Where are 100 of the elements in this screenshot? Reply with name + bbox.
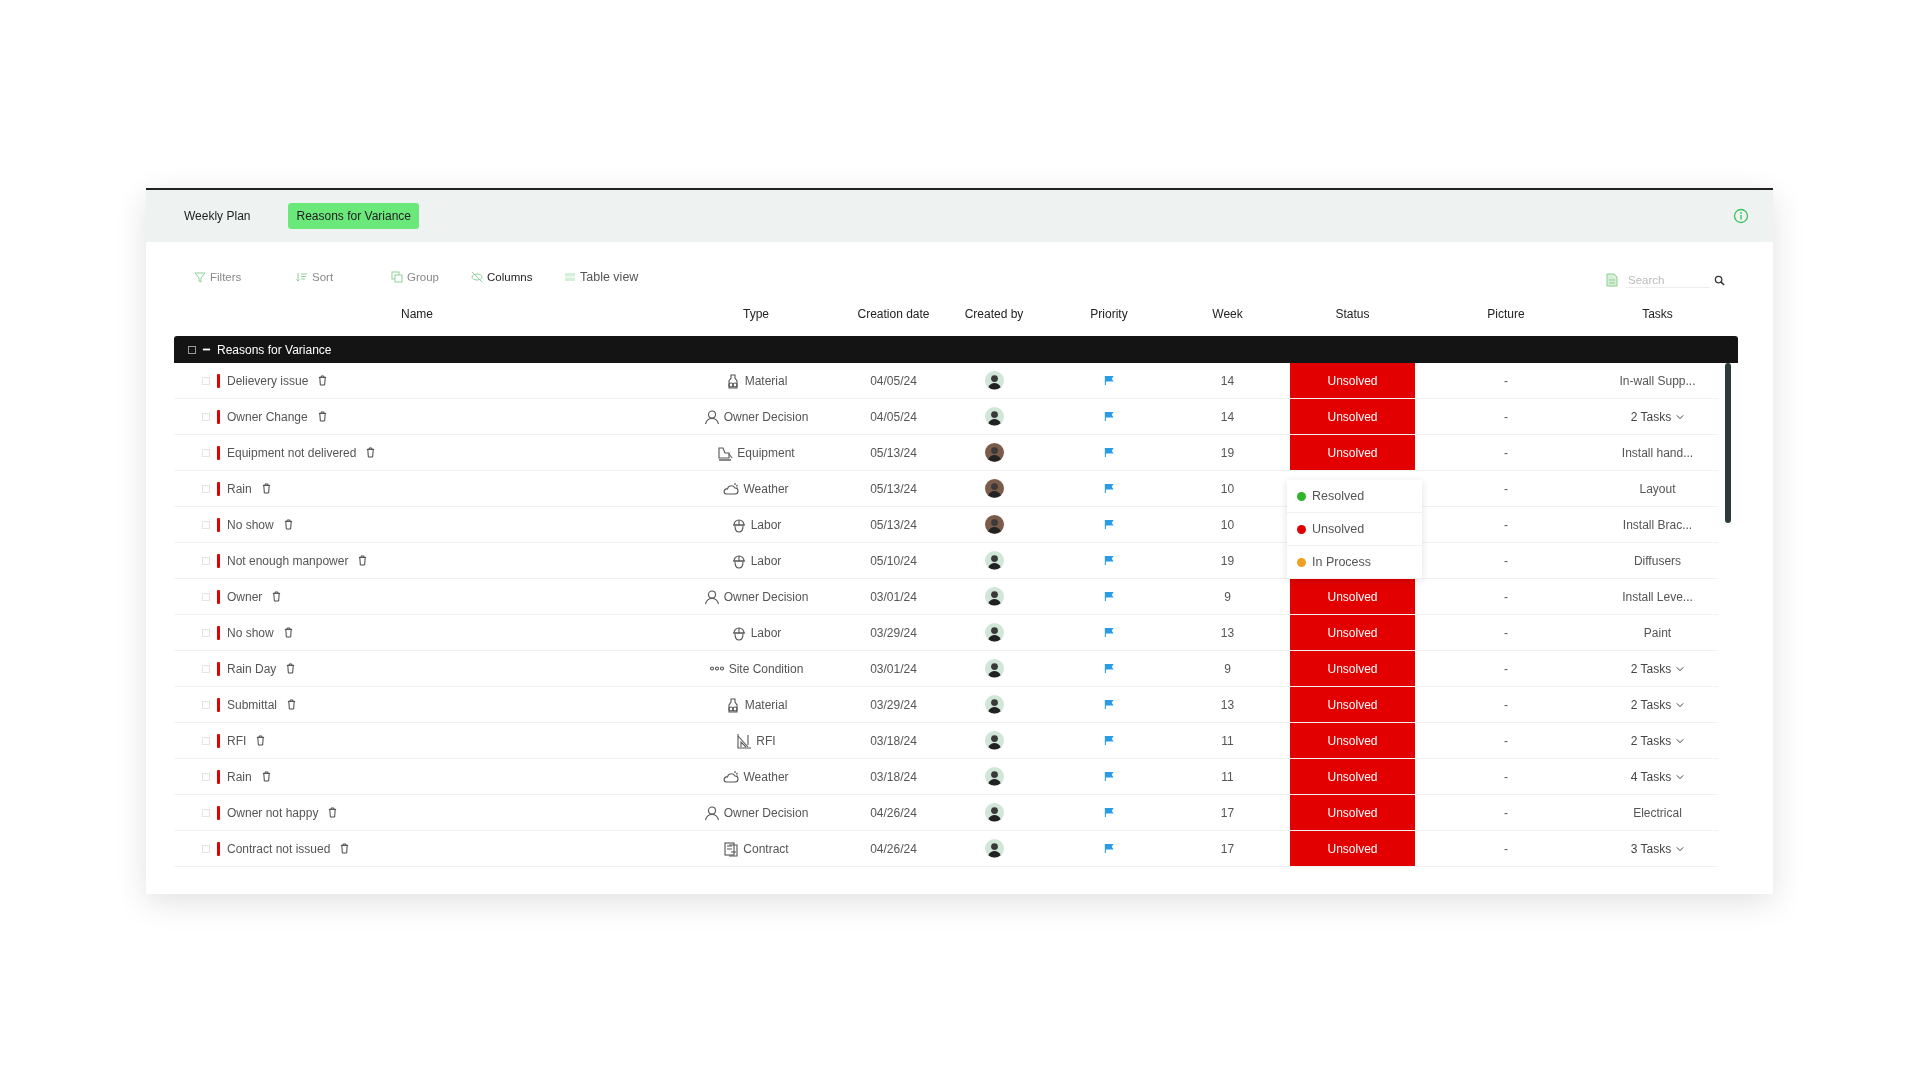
trash-icon[interactable] <box>340 843 350 854</box>
status-cell[interactable]: Unsolved <box>1290 795 1415 830</box>
column-header[interactable]: Created by <box>935 307 1053 321</box>
column-header[interactable]: Type <box>660 307 852 321</box>
avatar[interactable] <box>984 731 1004 750</box>
trash-icon[interactable] <box>287 699 297 710</box>
tasks-dropdown[interactable]: 2 Tasks <box>1630 409 1685 424</box>
row-name[interactable]: Rain Day <box>227 661 277 676</box>
flag-icon[interactable] <box>1103 591 1115 602</box>
column-header[interactable]: Picture <box>1415 307 1597 321</box>
row-name[interactable]: Owner not happy <box>227 805 319 820</box>
tasks-dropdown[interactable]: 4 Tasks <box>1630 769 1685 784</box>
status-cell[interactable]: Unsolved <box>1290 687 1415 722</box>
status-cell[interactable]: Unsolved <box>1290 615 1415 650</box>
avatar[interactable] <box>984 587 1004 606</box>
trash-icon[interactable] <box>261 771 271 782</box>
avatar[interactable] <box>984 479 1004 498</box>
flag-icon[interactable] <box>1103 699 1115 710</box>
trash-icon[interactable] <box>256 735 266 746</box>
trash-icon[interactable] <box>283 519 293 530</box>
row-name[interactable]: Equipment not delivered <box>227 445 357 460</box>
search-icon[interactable] <box>1714 274 1725 286</box>
toolbar-button[interactable]: Columns <box>469 268 562 286</box>
toolbar-button[interactable]: Group <box>389 268 469 286</box>
row-name[interactable]: No show <box>227 517 274 532</box>
menu-item[interactable]: Unsolved <box>1287 513 1422 546</box>
row-name[interactable]: Rain <box>227 769 252 784</box>
status-cell[interactable]: Unsolved <box>1290 363 1415 398</box>
priority-marker <box>217 517 220 532</box>
flag-icon[interactable] <box>1103 483 1115 494</box>
toolbar-button[interactable]: Table view <box>562 268 641 286</box>
column-header[interactable]: Creation date <box>852 307 935 321</box>
row-name[interactable]: Delievery issue <box>227 373 309 388</box>
menu-item[interactable]: In Process <box>1287 546 1422 579</box>
flag-icon[interactable] <box>1103 735 1115 746</box>
row-name[interactable]: Contract not issued <box>227 841 331 856</box>
row-name[interactable]: Owner <box>227 589 263 604</box>
avatar[interactable] <box>984 767 1004 786</box>
column-header[interactable]: Status <box>1290 307 1415 321</box>
table-cell-text: 13 <box>1219 624 1236 642</box>
tasks-dropdown[interactable]: 2 Tasks <box>1630 697 1685 712</box>
trash-icon[interactable] <box>286 663 296 674</box>
row-name[interactable]: Owner Change <box>227 409 308 424</box>
flag-icon[interactable] <box>1103 843 1115 854</box>
row-name[interactable]: No show <box>227 625 274 640</box>
status-cell[interactable]: Unsolved <box>1290 399 1415 434</box>
status-cell[interactable]: Unsolved <box>1290 651 1415 686</box>
scrollbar-thumb[interactable] <box>1725 363 1731 523</box>
flag-icon[interactable] <box>1103 771 1115 782</box>
status-cell[interactable]: Unsolved <box>1290 759 1415 794</box>
avatar[interactable] <box>984 371 1004 390</box>
trash-icon[interactable] <box>358 555 368 566</box>
column-header[interactable]: Tasks <box>1597 307 1718 321</box>
flag-icon[interactable] <box>1103 447 1115 458</box>
row-name[interactable]: RFI <box>227 733 247 748</box>
search-field[interactable]: Search <box>1626 272 1710 288</box>
flag-icon[interactable] <box>1103 519 1115 530</box>
avatar[interactable] <box>984 407 1004 426</box>
avatar[interactable] <box>984 623 1004 642</box>
avatar[interactable] <box>984 515 1004 534</box>
column-header[interactable]: Name <box>174 307 660 321</box>
tasks-dropdown[interactable]: 2 Tasks <box>1630 733 1685 748</box>
checkbox[interactable] <box>188 345 196 354</box>
avatar[interactable] <box>984 839 1004 858</box>
flag-icon[interactable] <box>1103 627 1115 638</box>
trash-icon[interactable] <box>283 627 293 638</box>
trash-icon[interactable] <box>317 411 327 422</box>
tab[interactable]: Weekly Plan <box>176 203 259 229</box>
status-cell[interactable]: Unsolved <box>1290 435 1415 470</box>
row-name[interactable]: Submittal <box>227 697 278 712</box>
trash-icon[interactable] <box>318 375 328 386</box>
tasks-dropdown[interactable]: 3 Tasks <box>1630 841 1685 856</box>
tasks-dropdown[interactable]: 2 Tasks <box>1630 661 1685 676</box>
tab[interactable]: Reasons for Variance <box>288 203 419 229</box>
status-cell[interactable]: Unsolved <box>1290 831 1415 866</box>
flag-icon[interactable] <box>1103 411 1115 422</box>
group-header[interactable]: Reasons for Variance <box>174 336 1738 363</box>
avatar[interactable] <box>984 659 1004 678</box>
menu-item[interactable]: Resolved <box>1287 480 1422 513</box>
column-header[interactable]: Priority <box>1053 307 1165 321</box>
avatar[interactable] <box>984 695 1004 714</box>
status-cell[interactable]: Unsolved <box>1290 579 1415 614</box>
flag-icon[interactable] <box>1103 555 1115 566</box>
priority-marker <box>217 733 220 748</box>
trash-icon[interactable] <box>328 807 338 818</box>
toolbar-button[interactable]: Filters <box>192 268 294 286</box>
flag-icon[interactable] <box>1103 663 1115 674</box>
row-name[interactable]: Rain <box>227 481 252 496</box>
flag-icon[interactable] <box>1103 375 1115 386</box>
avatar[interactable] <box>984 443 1004 462</box>
row-name[interactable]: Not enough manpower <box>227 553 349 568</box>
flag-icon[interactable] <box>1103 807 1115 818</box>
column-header[interactable]: Week <box>1165 307 1290 321</box>
toolbar-button[interactable]: Sort <box>294 268 389 286</box>
avatar[interactable] <box>984 551 1004 570</box>
trash-icon[interactable] <box>272 591 282 602</box>
trash-icon[interactable] <box>366 447 376 458</box>
trash-icon[interactable] <box>261 483 271 494</box>
avatar[interactable] <box>984 803 1004 822</box>
status-cell[interactable]: Unsolved <box>1290 723 1415 758</box>
